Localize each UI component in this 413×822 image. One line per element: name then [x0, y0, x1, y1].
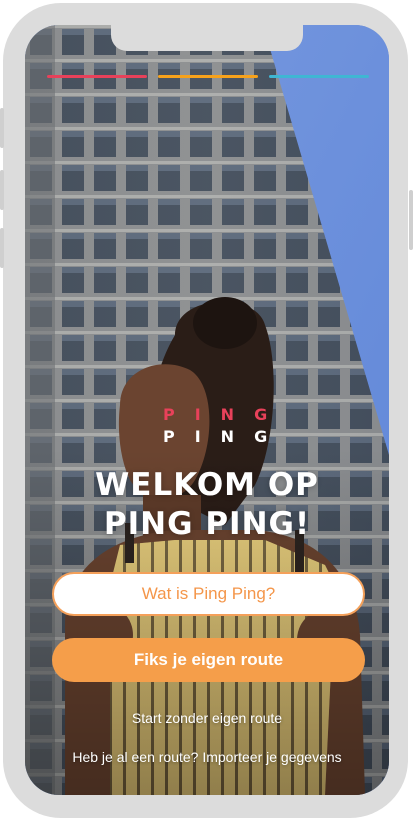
- progress-segment-red: [47, 75, 147, 78]
- fix-own-route-button[interactable]: Fiks je eigen route: [52, 638, 365, 682]
- progress-segment-blue: [269, 75, 369, 78]
- phone-side-button: [0, 228, 4, 268]
- logo-line-2: PING: [163, 427, 288, 446]
- phone-notch: [111, 25, 303, 51]
- what-is-ping-ping-button[interactable]: Wat is Ping Ping?: [52, 572, 365, 616]
- import-data-link[interactable]: Heb je al een route? Importeer je gegeve…: [25, 749, 389, 765]
- start-without-route-link[interactable]: Start zonder eigen route: [25, 710, 389, 726]
- welcome-title: WELKOM OP PING PING!: [25, 466, 389, 544]
- welcome-title-line-1: WELKOM OP: [95, 467, 319, 503]
- welcome-title-line-2: PING PING!: [103, 506, 311, 542]
- app-screen: PING PING WELKOM OP PING PING! Wat is Pi…: [25, 25, 389, 795]
- progress-indicator: [47, 75, 369, 79]
- phone-side-button: [0, 108, 4, 148]
- phone-side-button: [409, 190, 413, 250]
- phone-side-button: [0, 170, 4, 210]
- ping-ping-logo: PING PING: [143, 405, 271, 447]
- progress-segment-orange: [158, 75, 258, 78]
- logo-line-1: PING: [163, 405, 288, 424]
